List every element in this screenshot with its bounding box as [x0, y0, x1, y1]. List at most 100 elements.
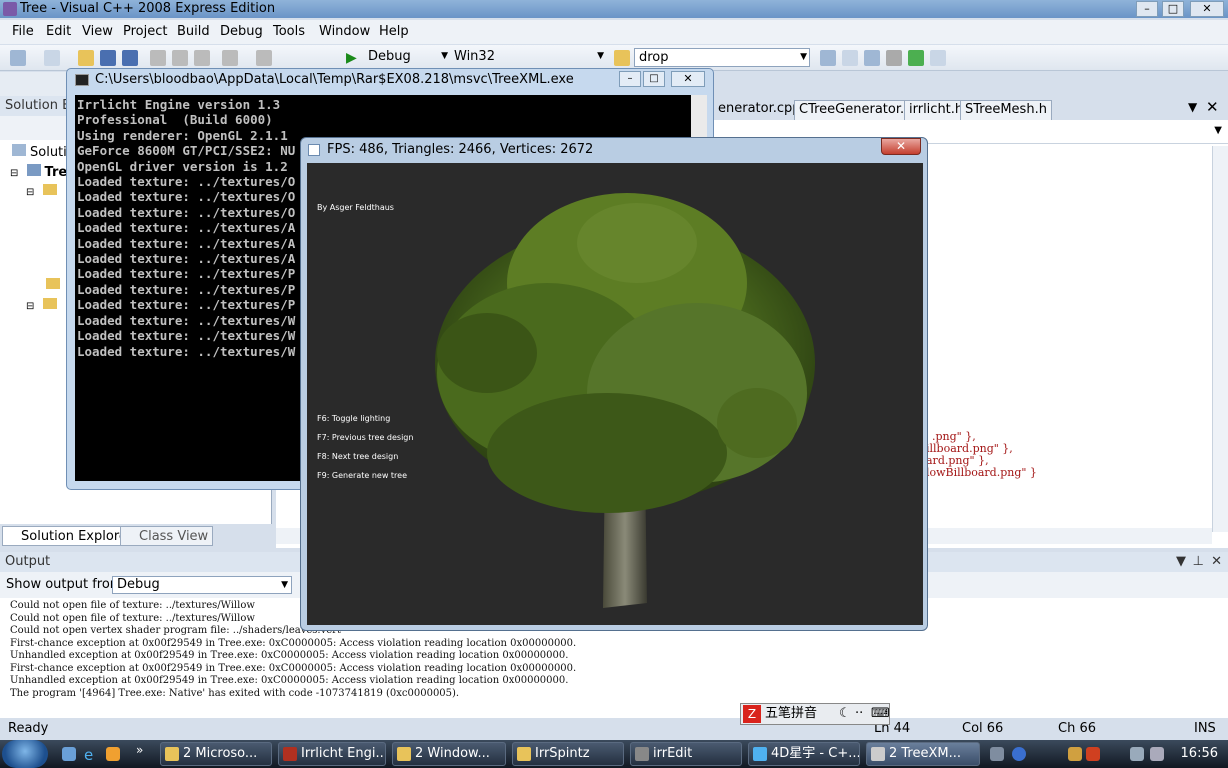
new-project-icon[interactable] — [10, 50, 26, 66]
tree-folder-node[interactable]: ⊟ — [26, 298, 57, 313]
task-irredit[interactable]: irrEdit — [630, 742, 742, 766]
solution-explorer-icon[interactable] — [820, 50, 836, 66]
ime-toolbar[interactable]: Z 五笔拼音 ☾ ·· ⌨ — [740, 703, 890, 725]
menu-file[interactable]: File — [12, 24, 34, 39]
collapse-icon: ⊟ — [26, 301, 35, 312]
pin-icon[interactable]: ▼ — [1176, 552, 1186, 572]
console-minimize-button[interactable]: – — [619, 71, 641, 87]
chevron-down-icon: ▼ — [597, 51, 604, 61]
menu-help[interactable]: Help — [379, 24, 409, 39]
console-icon — [871, 747, 885, 761]
tree-project-node[interactable]: ⊟ Tre — [10, 164, 67, 180]
menu-project[interactable]: Project — [123, 24, 167, 39]
save-all-icon[interactable] — [122, 50, 138, 66]
media-player-icon[interactable] — [106, 747, 120, 761]
close-tab-icon[interactable]: ✕ — [1206, 98, 1219, 116]
undo-icon[interactable] — [222, 50, 238, 66]
ime-moon-icon[interactable]: ☾ — [839, 704, 851, 724]
start-debug-icon[interactable]: ▶ — [346, 50, 362, 66]
volume-tray-icon[interactable] — [1150, 747, 1164, 761]
platform-combo[interactable]: Win32 ▼ — [452, 48, 606, 67]
find-combo[interactable]: drop ▼ — [634, 48, 810, 67]
start-button[interactable] — [2, 740, 48, 768]
more-tools-icon[interactable] — [930, 50, 946, 66]
solution-panel-tabs: Solution Explorer Class View — [0, 524, 272, 548]
console-close-button[interactable]: ✕ — [671, 71, 705, 87]
tab-list-icon[interactable]: ▼ — [1188, 100, 1197, 114]
tab-streemesh-h[interactable]: STreeMesh.h — [960, 100, 1052, 120]
irrlicht-viewport[interactable]: By Asger Feldthaus F6: Toggle lighting F… — [307, 163, 923, 625]
autohide-icon[interactable]: ⊥ — [1193, 552, 1204, 572]
tab-solution-explorer[interactable]: Solution Explorer — [2, 526, 138, 546]
solution-config-combo[interactable]: Debug ▼ — [366, 48, 450, 67]
tab-ctreegenerator-h[interactable]: CTreeGenerator.h — [794, 100, 918, 120]
tab-class-view[interactable]: Class View — [120, 526, 214, 546]
show-desktop-icon[interactable] — [62, 747, 76, 761]
output-source-combo[interactable]: Debug ▼ — [112, 576, 292, 594]
menu-tools[interactable]: Tools — [273, 24, 305, 39]
menu-debug[interactable]: Debug — [220, 24, 263, 39]
folder-icon — [42, 298, 57, 309]
irredit-icon — [635, 747, 649, 761]
menu-view[interactable]: View — [82, 24, 113, 39]
collapse-icon: ⊟ — [10, 168, 19, 179]
antivirus-tray-icon[interactable] — [1086, 747, 1100, 761]
object-browser-icon[interactable] — [864, 50, 880, 66]
minimize-button[interactable]: – — [1136, 1, 1158, 17]
task-irrspintz[interactable]: IrrSpintz — [512, 742, 624, 766]
toolbox-icon[interactable] — [886, 50, 902, 66]
tab-irrlicht-h[interactable]: irrlicht.h — [904, 100, 969, 120]
clock[interactable]: 16:56 — [1181, 740, 1218, 768]
menu-build[interactable]: Build — [177, 24, 210, 39]
code-line: lowBillboard.png" } — [926, 466, 1037, 479]
tab-generator-cpp[interactable]: enerator.cpp — [714, 100, 805, 120]
task-label: 4D星宇 - C+... — [771, 746, 860, 761]
chevron-down-icon: ▼ — [1214, 125, 1222, 136]
maximize-button[interactable]: □ — [1162, 1, 1184, 17]
task-irrlicht[interactable]: Irrlicht Engi... — [278, 742, 386, 766]
chevron-right-icon[interactable]: » — [136, 743, 143, 757]
console-restore-button[interactable]: □ — [643, 71, 665, 87]
output-line: Unhandled exception at 0x00f29549 in Tre… — [10, 675, 569, 686]
collapse-icon: ⊟ — [26, 187, 35, 198]
output-line: First-chance exception at 0x00f29549 in … — [10, 662, 577, 674]
save-icon[interactable] — [100, 50, 116, 66]
irrlicht-titlebar: FPS: 486, Triangles: 2466, Vertices: 267… — [301, 138, 927, 162]
task-treexml[interactable]: 2 TreeXM... — [866, 742, 980, 766]
copy-icon[interactable] — [172, 50, 188, 66]
security-tray-icon[interactable] — [1068, 747, 1082, 761]
help-tray-icon[interactable] — [1012, 747, 1026, 761]
console-line: Professional (Build 6000) — [77, 112, 273, 128]
editor-vertical-scrollbar[interactable] — [1212, 146, 1228, 532]
task-windows[interactable]: 2 Window... — [392, 742, 506, 766]
keyboard-tray-icon[interactable] — [990, 747, 1004, 761]
properties-icon[interactable] — [842, 50, 858, 66]
task-4d-browser[interactable]: 4D星宇 - C+... — [748, 742, 860, 766]
status-insert-mode: INS — [1194, 721, 1216, 736]
ime-punct-icon[interactable]: ·· — [855, 704, 863, 724]
add-item-icon[interactable] — [44, 50, 60, 66]
console-icon — [75, 74, 89, 86]
irrlicht-icon — [283, 747, 297, 761]
open-file-icon[interactable] — [78, 50, 94, 66]
ie-icon[interactable]: e — [84, 746, 93, 764]
ime-logo-icon: Z — [743, 705, 761, 723]
redo-icon[interactable] — [256, 50, 272, 66]
close-button[interactable]: ✕ — [1190, 1, 1224, 17]
tree-folder-node[interactable] — [46, 278, 60, 293]
find-in-files-icon[interactable] — [614, 50, 630, 66]
network-tray-icon[interactable] — [1130, 747, 1144, 761]
start-page-icon[interactable] — [908, 50, 924, 66]
find-value: drop — [639, 50, 669, 65]
menu-window[interactable]: Window — [319, 24, 370, 39]
cut-icon[interactable] — [150, 50, 166, 66]
menu-edit[interactable]: Edit — [46, 24, 71, 39]
ime-keyboard-icon[interactable]: ⌨ — [871, 704, 890, 724]
tree-folder-node[interactable]: ⊟ — [26, 184, 57, 199]
close-output-icon[interactable]: ✕ — [1211, 552, 1222, 572]
irrlicht-close-button[interactable]: ✕ — [881, 138, 921, 155]
task-microsoft[interactable]: 2 Microso... — [160, 742, 272, 766]
vs-title-text: Tree - Visual C++ 2008 Express Edition — [20, 1, 276, 16]
chevron-down-icon: ▼ — [800, 52, 807, 62]
paste-icon[interactable] — [194, 50, 210, 66]
